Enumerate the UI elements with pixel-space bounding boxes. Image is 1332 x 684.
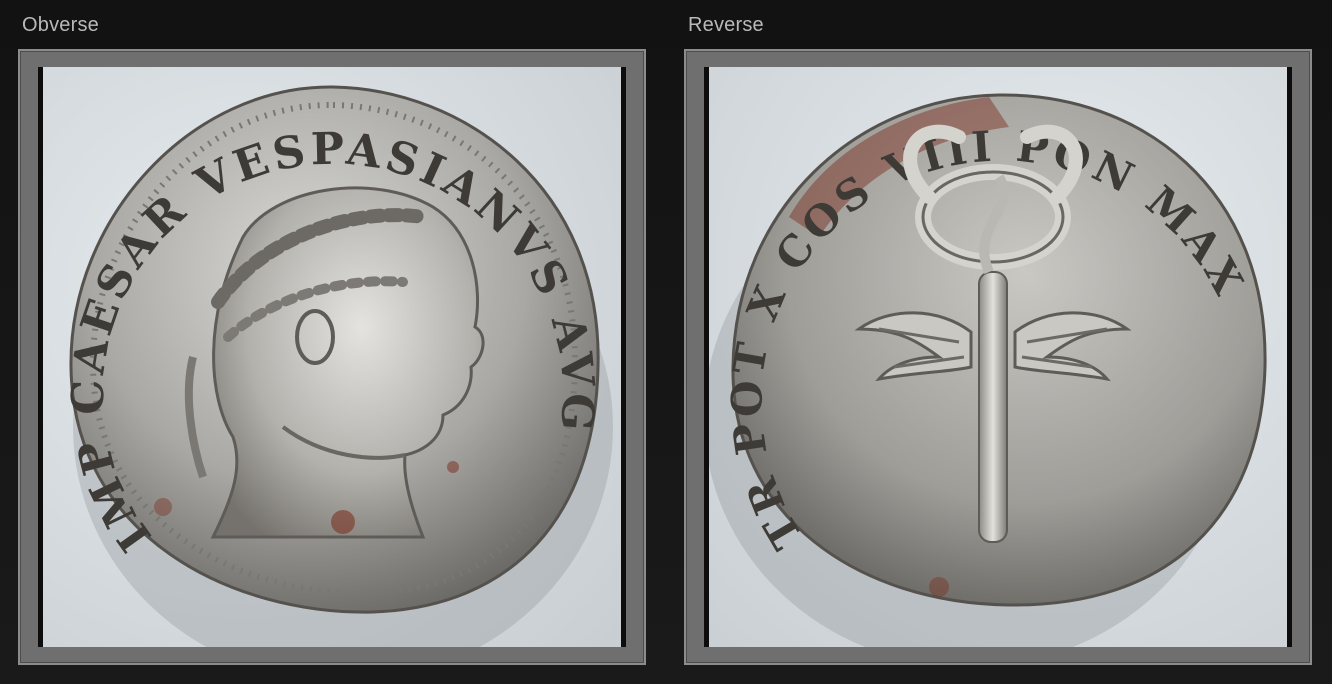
obverse-frame: IMP CAESAR VESPASIANVS AVG [18, 49, 646, 665]
reverse-frame: TR POT X COS VIII PON MAX [684, 49, 1312, 665]
obverse-coin-image: IMP CAESAR VESPASIANVS AVG [43, 67, 621, 647]
obverse-photo[interactable]: IMP CAESAR VESPASIANVS AVG [38, 67, 626, 647]
reverse-photo[interactable]: TR POT X COS VIII PON MAX [704, 67, 1292, 647]
coin-viewer: Obverse IMP CAESAR VESPASIANVS AVG Rever… [0, 0, 1332, 684]
reverse-coin-image: TR POT X COS VIII PON MAX [709, 67, 1287, 647]
reverse-label: Reverse [688, 14, 764, 36]
obverse-label: Obverse [22, 14, 99, 36]
